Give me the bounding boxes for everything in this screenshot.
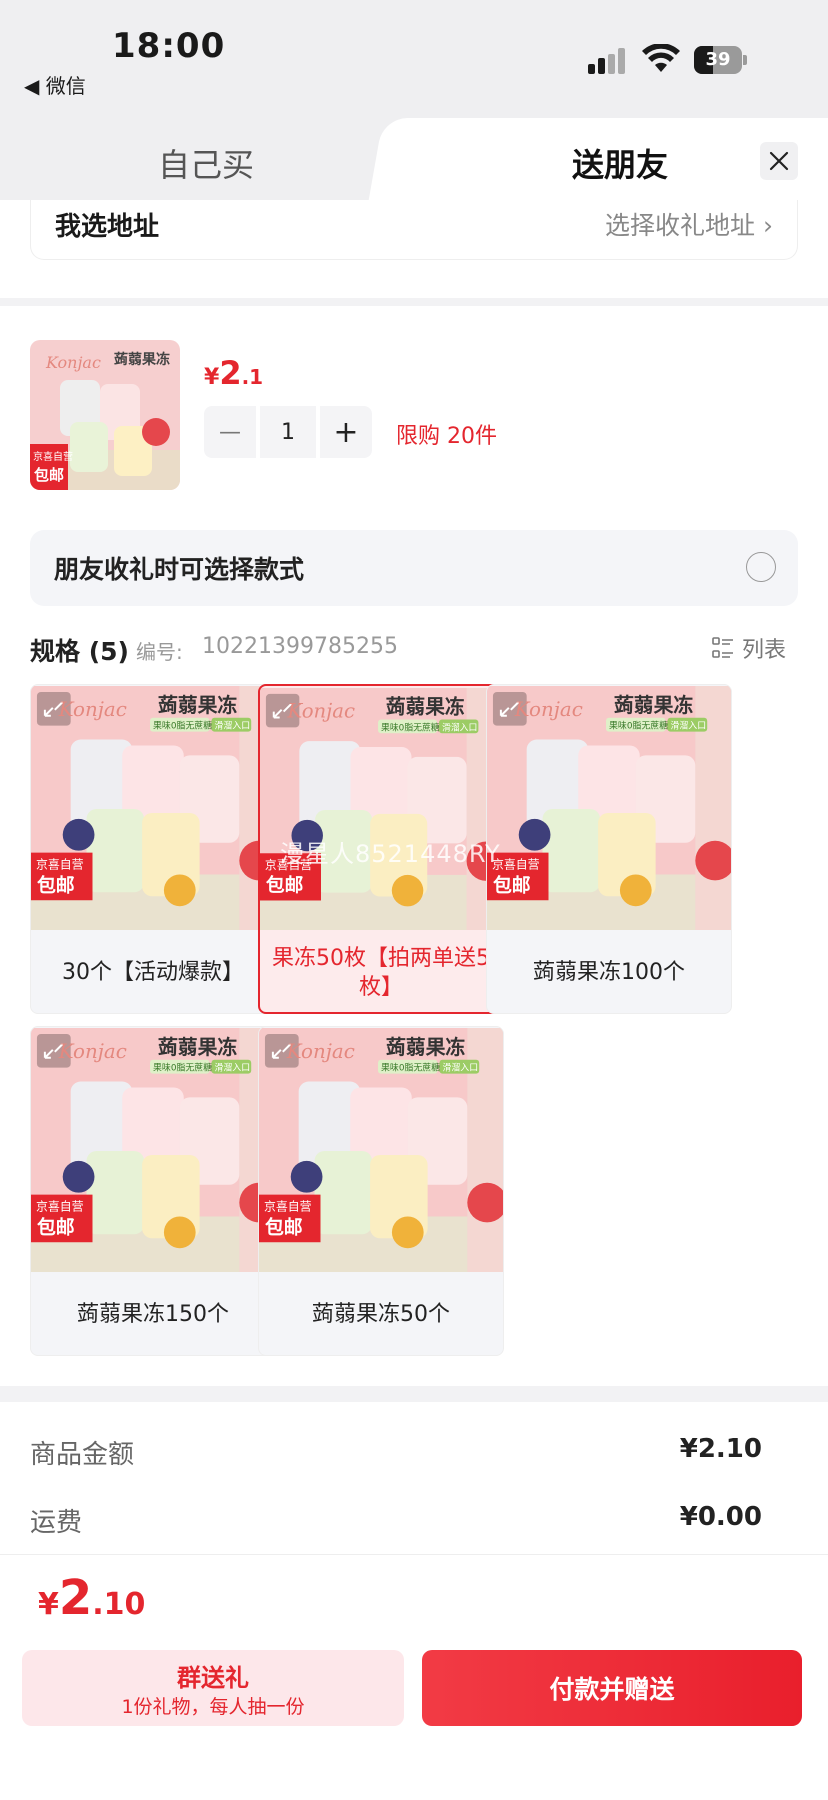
variant-name: 果冻50枚【拍两单送5枚】 [272, 946, 490, 1000]
variant-option[interactable]: Konjac 蒟蒻果冻果味0脂无蔗糖 滑溜入口京喜自营 包邮蒟蒻果冻50个 [258, 1026, 504, 1356]
variant-sub1-text: 果味0脂无蔗糖 [153, 720, 212, 732]
variant-brand-text: Konjac [514, 698, 583, 721]
variant-title-text: 蒟蒻果冻 [158, 694, 237, 717]
friend-option-label: 朋友收礼时可选择款式 [54, 555, 305, 584]
order-summary: 商品金额 ¥2.10 运费 ¥0.00 ¥2.10 群送礼 1份礼物，每人抽一份… [0, 1402, 828, 1800]
svg-text:包邮: 包邮 [34, 466, 64, 484]
variant-badge-bottom: 包邮 [266, 875, 304, 897]
decrease-button[interactable]: — [204, 406, 256, 458]
group-gift-title: 群送礼 [177, 1664, 249, 1692]
spec-title: 规格 (5) [30, 637, 129, 666]
variant-sub1-text: 果味0脂无蔗糖 [609, 720, 668, 732]
variant-title-text: 蒟蒻果冻 [386, 696, 465, 719]
variant-badge-bottom: 包邮 [37, 1215, 75, 1238]
variant-sub2-text: 滑溜入口 [214, 720, 250, 732]
product-image: Konjac 蒟蒻果冻 京喜自营 包邮 [30, 340, 180, 490]
variant-brand-text: Konjac [58, 1040, 127, 1063]
address-card[interactable]: 我选地址 选择收礼地址 › [30, 200, 798, 260]
variant-badge-bottom: 包邮 [265, 1215, 303, 1238]
wifi-icon [642, 44, 680, 72]
freight-label: 运费 [30, 1508, 83, 1538]
variant-name: 蒟蒻果冻150个 [77, 1301, 229, 1327]
unit-price: ¥2.1 [204, 354, 264, 392]
variant-badge-bottom: 包邮 [493, 873, 531, 896]
variant-brand-text: Konjac [287, 700, 355, 723]
variant-brand-text: Konjac [286, 1040, 355, 1063]
quantity-value[interactable]: 1 [260, 406, 316, 458]
pay-and-gift-button[interactable]: 付款并赠送 [422, 1650, 802, 1726]
variant-brand-text: Konjac [58, 698, 127, 721]
variant-sub2-text: 滑溜入口 [442, 721, 477, 733]
variant-sub2-text: 滑溜入口 [442, 1062, 478, 1074]
battery-level: 39 [705, 49, 731, 70]
svg-text:京喜自营: 京喜自营 [33, 450, 73, 463]
list-view-label: 列表 [741, 638, 786, 663]
total-price: ¥2.10 [38, 1570, 146, 1626]
variant-sub1-text: 果味0脂无蔗糖 [381, 1062, 440, 1074]
variant-image: Konjac 蒟蒻果冻果味0脂无蔗糖 滑溜入口京喜自营包邮 [259, 1028, 503, 1272]
back-to-wechat[interactable]: ◀ 微信 [24, 70, 86, 99]
spec-number: 10221399785255 [202, 634, 398, 659]
close-icon [769, 151, 789, 171]
variant-name: 蒟蒻果冻100个 [533, 959, 685, 985]
variant-title-text: 蒟蒻果冻 [158, 1036, 237, 1059]
close-button[interactable] [760, 142, 798, 180]
product-thumbnail[interactable]: Konjac 蒟蒻果冻 京喜自营 包邮 [30, 340, 180, 490]
status-bar: 18:00 ◀ 微信 39 [0, 0, 828, 118]
tab-send-friend[interactable]: 送朋友 [520, 140, 720, 186]
minus-icon: — [219, 419, 241, 445]
variant-name: 蒟蒻果冻50个 [312, 1301, 450, 1327]
quantity-stepper: — 1 + [204, 406, 372, 458]
spec-header: 规格 (5) 编号: 10221399785255 列表 [30, 630, 798, 670]
address-title: 我选地址 [55, 212, 160, 242]
variant-sub1-text: 果味0脂无蔗糖 [381, 721, 440, 733]
variant-name: 30个【活动爆款】 [62, 959, 244, 985]
spec-number-label: 编号: [136, 640, 183, 664]
variant-sub2-text: 滑溜入口 [214, 1062, 250, 1074]
variant-option[interactable]: Konjac 蒟蒻果冻 果味0脂无蔗糖 滑溜入口 京喜自营 包邮 蒟蒻果冻100个 [486, 684, 732, 1014]
address-section: 我选地址 选择收礼地址 › [0, 200, 828, 298]
variant-title-text: 蒟蒻果冻 [386, 1036, 465, 1059]
plus-icon: + [333, 414, 359, 450]
variant-badge-top: 京喜自营 [36, 858, 84, 872]
chevron-right-icon: › [763, 211, 773, 240]
variant-image: Konjac 蒟蒻果冻果味0脂无蔗糖 滑溜入口京喜自营包邮 [31, 686, 275, 930]
variant-option[interactable]: Konjac 蒟蒻果冻果味0脂无蔗糖 滑溜入口京喜自营 包邮 30个【活动爆款】 [30, 684, 276, 1014]
watermark: 漫星人8521448RY [280, 840, 501, 868]
brand-text: Konjac [45, 353, 101, 372]
choose-address-link[interactable]: 选择收礼地址 › [605, 206, 773, 242]
group-gift-subtitle: 1份礼物，每人抽一份 [121, 1696, 305, 1718]
tab-buy-self[interactable]: 自己买 [0, 140, 412, 186]
freight-row: 运费 ¥0.00 [30, 1502, 762, 1542]
goods-amount-row: 商品金额 ¥2.10 [30, 1434, 762, 1474]
svg-text:蒟蒻果冻: 蒟蒻果冻 [114, 351, 170, 368]
variant-image: Konjac 蒟蒻果冻果味0脂无蔗糖 滑溜入口京喜自营包邮 [260, 688, 502, 930]
list-icon [712, 637, 733, 658]
variant-option[interactable]: Konjac 蒟蒻果冻果味0脂无蔗糖 滑溜入口京喜自营 包邮蒟蒻果冻150个 [30, 1026, 276, 1356]
radio-button[interactable] [746, 552, 776, 582]
tab-bar: 自己买 送朋友 [0, 118, 828, 222]
purchase-limit: 限购 20件 [396, 424, 497, 449]
status-time: 18:00 [112, 26, 226, 66]
freight-value: ¥0.00 [679, 1502, 762, 1532]
battery-icon: 39 [694, 46, 748, 74]
variant-image: Konjac 蒟蒻果冻果味0脂无蔗糖 滑溜入口京喜自营包邮 [31, 1028, 275, 1272]
variant-badge-top: 京喜自营 [36, 1200, 84, 1214]
variant-sub1-text: 果味0脂无蔗糖 [153, 1062, 212, 1074]
choose-address-label: 选择收礼地址 [605, 211, 756, 240]
variant-image: Konjac 蒟蒻果冻果味0脂无蔗糖 滑溜入口京喜自营包邮 [487, 686, 731, 930]
variant-badge-top: 京喜自营 [264, 1200, 312, 1214]
divider [0, 1554, 828, 1555]
goods-amount-value: ¥2.10 [679, 1434, 762, 1464]
friend-choose-style-option[interactable]: 朋友收礼时可选择款式 [30, 530, 798, 606]
goods-amount-label: 商品金额 [30, 1440, 135, 1470]
variant-title-text: 蒟蒻果冻 [614, 694, 693, 717]
group-gift-button[interactable]: 群送礼 1份礼物，每人抽一份 [22, 1650, 404, 1726]
variant-badge-bottom: 包邮 [37, 873, 75, 896]
signal-icon [588, 48, 630, 74]
variant-sub2-text: 滑溜入口 [670, 720, 706, 732]
increase-button[interactable]: + [320, 406, 372, 458]
list-view-toggle[interactable]: 列表 [712, 632, 786, 664]
